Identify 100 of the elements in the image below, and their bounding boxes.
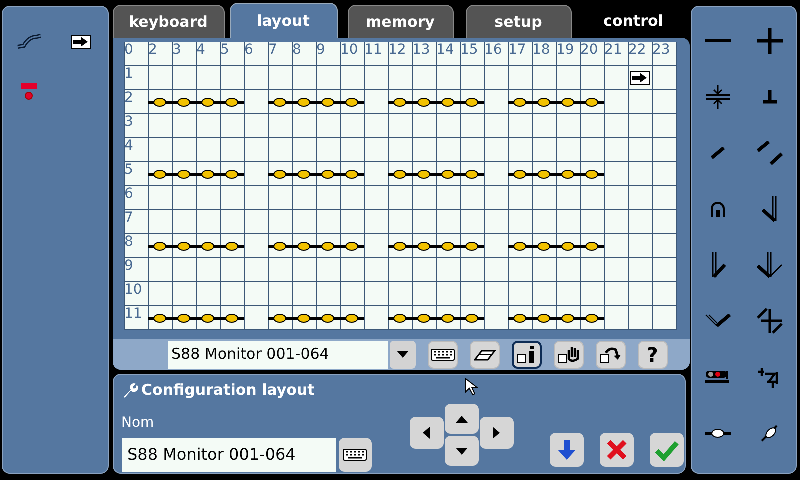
contact-track-icon[interactable] [436,242,460,250]
contact-track-icon[interactable] [220,98,244,106]
keyboard-button[interactable] [338,438,372,472]
contact-track-icon[interactable] [460,314,484,322]
contact-track-icon[interactable] [292,242,316,250]
contact-track-icon[interactable] [340,170,364,178]
curved-track-icon[interactable] [15,33,44,51]
contact-track-icon[interactable] [508,98,532,106]
contact-track-icon[interactable] [580,98,604,106]
tab[interactable]: keyboard [112,5,224,38]
minus-icon[interactable] [704,38,731,44]
straight-track-icon[interactable] [710,147,725,159]
tool-button[interactable] [554,340,584,368]
contact-track-icon[interactable] [412,170,436,178]
diagonal-contact-icon[interactable] [760,424,779,442]
contact-track-icon[interactable] [580,242,604,250]
contact-track-icon[interactable] [388,98,412,106]
plus-icon[interactable] [756,28,783,54]
contact-track-icon[interactable] [556,242,580,250]
contact-track-icon[interactable] [580,314,604,322]
cancel-button[interactable] [600,433,634,467]
tool-button[interactable] [470,340,500,368]
crossing-icon[interactable] [756,308,783,334]
contact-track-icon[interactable] [316,242,340,250]
contact-track-icon[interactable] [532,170,556,178]
contact-track-icon[interactable] [556,98,580,106]
contact-track-icon[interactable] [388,314,412,322]
contact-track-icon[interactable] [532,242,556,250]
contact-track-icon[interactable] [556,314,580,322]
contact-track-icon[interactable] [268,314,292,322]
contact-track-icon[interactable] [268,170,292,178]
contact-track-icon[interactable] [316,170,340,178]
three-way-turnout-icon[interactable] [756,252,783,278]
contact-track-icon[interactable] [196,314,220,322]
contact-track-icon[interactable] [292,314,316,322]
arrow-box-icon[interactable] [630,71,650,85]
monitor-select[interactable]: S88 Monitor 001-064 [168,340,388,368]
contact-track-icon[interactable] [196,98,220,106]
left-button[interactable] [410,417,444,449]
arrow-box-icon[interactable] [71,35,92,49]
dropdown-button[interactable] [390,340,416,368]
contact-track-icon[interactable] [704,428,731,438]
contact-track-icon[interactable] [388,242,412,250]
contact-track-icon[interactable] [460,98,484,106]
contact-track-icon[interactable] [436,314,460,322]
tool-button[interactable] [512,340,542,368]
signal-track-icon[interactable] [704,370,731,384]
tab[interactable]: layout [230,3,338,38]
contact-track-icon[interactable] [412,242,436,250]
contact-track-icon[interactable] [340,314,364,322]
contact-track-icon[interactable] [532,314,556,322]
contact-track-icon[interactable] [220,170,244,178]
contact-track-icon[interactable] [172,242,196,250]
contact-track-icon[interactable] [292,170,316,178]
contact-track-icon[interactable] [148,242,172,250]
help-button[interactable]: ? [638,340,668,368]
down-button[interactable] [444,436,478,466]
contact-track-icon[interactable] [532,98,556,106]
contact-track-icon[interactable] [148,170,172,178]
isolator-icon[interactable] [706,85,730,109]
contact-track-icon[interactable] [268,98,292,106]
contact-track-icon[interactable] [268,242,292,250]
contact-track-icon[interactable] [172,98,196,106]
contact-track-icon[interactable] [196,170,220,178]
contact-track-icon[interactable] [412,98,436,106]
contact-track-icon[interactable] [316,314,340,322]
contact-track-icon[interactable] [292,98,316,106]
contact-track-icon[interactable] [556,170,580,178]
double-track-icon[interactable] [756,141,783,165]
contact-track-icon[interactable] [508,242,532,250]
contact-track-icon[interactable] [196,242,220,250]
tunnel-icon[interactable] [710,201,726,217]
right-button[interactable] [480,417,514,449]
tab[interactable]: setup [466,5,572,38]
contact-track-icon[interactable] [580,170,604,178]
tool-button[interactable] [596,340,626,368]
contact-track-icon[interactable] [172,170,196,178]
contact-track-icon[interactable] [340,242,364,250]
contact-track-icon[interactable] [412,314,436,322]
name-field[interactable]: S88 Monitor 001-064 [122,438,336,472]
layout-grid[interactable]: 0 2 3 4 5 6 7 8 9 10 11 12 13 14 15 16 17 18 19 20 21 22 23 1 2 3 4 5 6 7 8 9 10 11 [124,42,676,330]
curve-pair-icon[interactable] [704,314,731,328]
tab[interactable]: memory [348,5,454,38]
tool-button[interactable] [428,340,458,368]
turnout-icon[interactable] [710,252,726,278]
contact-track-icon[interactable] [460,170,484,178]
up-button[interactable] [444,404,478,434]
contact-track-icon[interactable] [172,314,196,322]
contact-track-icon[interactable] [220,314,244,322]
contact-track-icon[interactable] [316,98,340,106]
confirm-button[interactable] [650,433,684,467]
contact-track-icon[interactable] [436,170,460,178]
download-button[interactable] [550,433,584,467]
contact-track-icon[interactable] [148,314,172,322]
turnout-icon[interactable] [760,196,779,222]
contact-track-icon[interactable] [148,98,172,106]
contact-track-icon[interactable] [220,242,244,250]
contact-track-icon[interactable] [340,98,364,106]
contact-track-icon[interactable] [388,170,412,178]
contact-track-icon[interactable] [508,314,532,322]
